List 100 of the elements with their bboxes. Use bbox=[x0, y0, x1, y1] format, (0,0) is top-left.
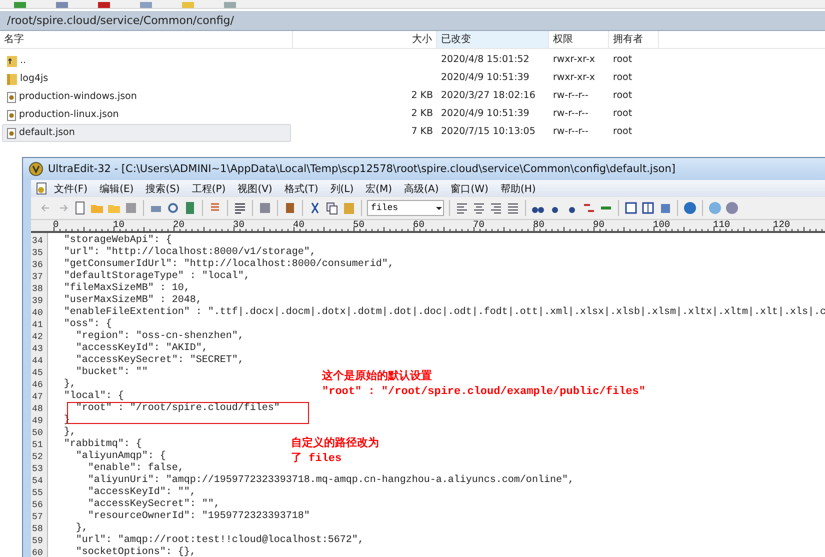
owner: root bbox=[612, 71, 634, 85]
menu-item[interactable]: 格式(T) bbox=[278, 182, 324, 196]
code-line: "resourceOwnerId": "1959772323393718" bbox=[86, 511, 310, 523]
app-logo-icon bbox=[29, 162, 43, 176]
line-number: 56 bbox=[31, 499, 44, 511]
modified-date: 2020/4/9 10:51:39 bbox=[440, 107, 530, 121]
menu-item[interactable]: 文件(F) bbox=[48, 182, 94, 196]
ruler-label: 70 bbox=[473, 220, 486, 231]
line-number: 59 bbox=[31, 535, 44, 547]
code-line: "rabbitmq": { bbox=[62, 439, 142, 450]
code-line: }, bbox=[62, 379, 76, 390]
line-number: 41 bbox=[31, 319, 44, 331]
line-number: 57 bbox=[31, 511, 44, 523]
menu-item[interactable]: 窗口(W) bbox=[444, 182, 494, 196]
line-number: 50 bbox=[31, 427, 44, 439]
file-name[interactable]: production-linux.json bbox=[2, 106, 291, 124]
file-size: 7 KB bbox=[410, 125, 434, 139]
line-number: 48 bbox=[31, 403, 44, 415]
new-file-icon[interactable] bbox=[73, 201, 87, 215]
modified-date: 2020/4/9 10:51:39 bbox=[440, 71, 530, 85]
menu-item[interactable]: 工程(P) bbox=[186, 182, 232, 196]
line-number: 51 bbox=[31, 439, 44, 451]
owner: root bbox=[612, 89, 634, 103]
code-line: "root" : "/root/spire.cloud/files" bbox=[74, 403, 280, 415]
line-number: 53 bbox=[31, 463, 44, 475]
line-number: 38 bbox=[31, 283, 44, 295]
owner: root bbox=[612, 125, 634, 139]
line-number: 42 bbox=[31, 331, 44, 343]
split-vertical-icon[interactable] bbox=[641, 201, 655, 215]
code-line: "url": "http://localhost:8000/v1/storage", bbox=[62, 247, 316, 258]
code-line: }, bbox=[74, 523, 88, 534]
line-number: 39 bbox=[31, 295, 44, 307]
path-bar[interactable]: /root/spire.cloud/service/Common/config/ bbox=[0, 11, 825, 31]
owner: root bbox=[612, 53, 634, 67]
search-combo[interactable]: files bbox=[367, 200, 444, 216]
line-number: 47 bbox=[31, 391, 44, 403]
line-number: 60 bbox=[31, 547, 44, 557]
file-name[interactable]: production-windows.json bbox=[2, 88, 291, 106]
ruler-label: 0 bbox=[53, 220, 60, 231]
align-right-icon[interactable] bbox=[489, 201, 503, 215]
permissions: rw-r--r-- bbox=[552, 107, 590, 121]
code-line: "bucket": "" bbox=[74, 367, 148, 379]
line-number: 35 bbox=[31, 247, 44, 259]
file-name[interactable]: default.json bbox=[2, 124, 291, 142]
ruler-label: 120 bbox=[773, 220, 792, 231]
ruler-label: 80 bbox=[533, 220, 546, 231]
code-line: "aliyunAmqp": { bbox=[74, 451, 166, 462]
menu-item[interactable]: 宏(M) bbox=[360, 182, 398, 196]
modified-date: 2020/7/15 10:13:05 bbox=[440, 125, 536, 139]
line-number: 49 bbox=[31, 415, 44, 427]
ruler-label: 10 bbox=[113, 220, 126, 231]
code-line: "userMaxSizeMB" : 2048, bbox=[62, 295, 202, 306]
annotation: 这个是原始的默认设置 "root" : "/root/spire.cloud/example/public/files" bbox=[322, 370, 646, 400]
line-number: 37 bbox=[31, 271, 44, 283]
annotation: 自定义的路径改为 了 files bbox=[291, 437, 379, 467]
file-size: 2 KB bbox=[410, 107, 434, 121]
file-name[interactable]: .. bbox=[2, 52, 291, 70]
owner: root bbox=[612, 107, 634, 121]
permissions: rw-r--r-- bbox=[552, 125, 590, 139]
align-left-icon[interactable] bbox=[455, 201, 469, 215]
wrap-icon[interactable] bbox=[233, 201, 247, 215]
line-number: 43 bbox=[31, 343, 44, 355]
file-icon bbox=[7, 110, 16, 120]
menu-item[interactable]: 编辑(E) bbox=[94, 182, 140, 196]
code-line: "fileMaxSizeMB" : 10, bbox=[62, 283, 190, 294]
menu-item[interactable]: 列(L) bbox=[324, 182, 360, 196]
code-line: "aliyunUri": "amqp://1959772323393718.mq-amqp.cn-hangzhou-a.aliyuncs.com/online", bbox=[86, 475, 574, 486]
code-line: "storageWebApi": { bbox=[62, 235, 172, 246]
menu-item[interactable]: 视图(V) bbox=[232, 182, 278, 196]
code-line: "region": "oss-cn-shenzhen", bbox=[74, 331, 244, 342]
menu-item[interactable]: 搜索(S) bbox=[140, 182, 186, 196]
justify-icon[interactable] bbox=[506, 201, 520, 215]
ruler-label: 40 bbox=[293, 220, 306, 231]
ruler-label: 90 bbox=[593, 220, 606, 231]
align-center-icon[interactable] bbox=[472, 201, 486, 215]
file-size: 2 KB bbox=[410, 89, 434, 103]
permissions: rwxr-xr-x bbox=[552, 53, 596, 67]
file-name[interactable]: log4js bbox=[2, 70, 291, 88]
code-line: "enable": false, bbox=[86, 463, 184, 474]
menu-item[interactable]: 高级(A) bbox=[398, 182, 445, 196]
line-number: 58 bbox=[31, 523, 44, 535]
column-header[interactable]: 已改变 bbox=[437, 31, 549, 48]
code-line: "enableFileExtention" : ".ttf|.docx|.docm|.dotx|.dotm|.dot|.doc|.odt|.fodt|.ott|.xml|.xlsx|.xlsb|.xlsm|.xltx|.xltm|.xlt|.xls|.c bbox=[62, 307, 825, 318]
permissions: rwxr-xr-x bbox=[552, 71, 596, 85]
line-number: 44 bbox=[31, 355, 44, 367]
code-line: "socketOptions": {}, bbox=[74, 547, 196, 557]
code-line: }, bbox=[62, 427, 76, 438]
split-horizontal-icon[interactable] bbox=[624, 201, 638, 215]
line-number: 45 bbox=[31, 367, 44, 379]
line-number: 34 bbox=[31, 235, 44, 247]
code-line: "getConsumerIdUrl": "http://localhost:8000/consumerid", bbox=[62, 259, 394, 270]
modified-date: 2020/3/27 18:02:16 bbox=[440, 89, 536, 103]
ruler-label: 60 bbox=[413, 220, 426, 231]
code-line: "oss": { bbox=[62, 319, 112, 330]
ruler-label: 50 bbox=[353, 220, 366, 231]
copy-icon[interactable] bbox=[325, 201, 339, 215]
code-line: "accessKeyId": "AKID", bbox=[74, 343, 208, 354]
menu-item[interactable]: 帮助(H) bbox=[494, 182, 542, 196]
folder-icon bbox=[7, 73, 17, 85]
code-line: "accessKeySecret": "", bbox=[86, 499, 220, 510]
